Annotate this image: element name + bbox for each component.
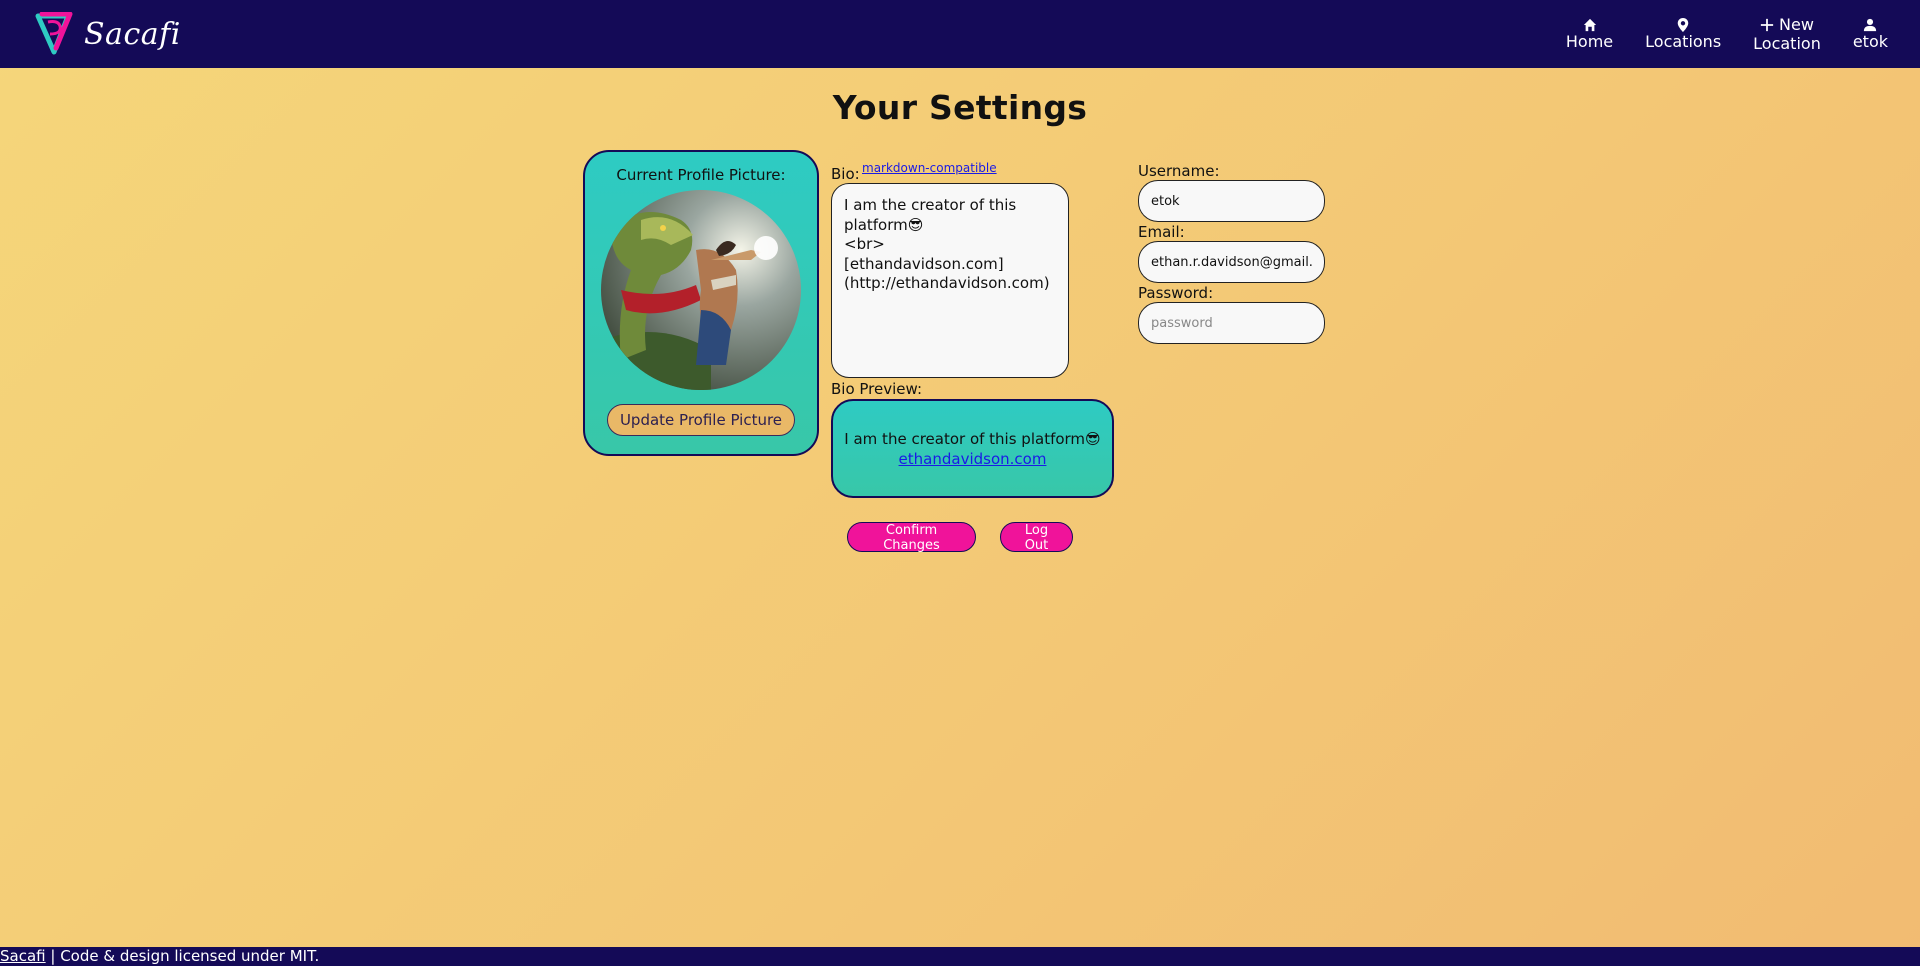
- footer-separator: |: [45, 947, 61, 965]
- map-pin-icon: [1677, 17, 1689, 32]
- top-navbar: Sacafi Home Locations New Location etok: [0, 0, 1920, 68]
- brand-logo-link[interactable]: Sacafi: [34, 12, 181, 56]
- password-label: Password:: [1138, 284, 1214, 302]
- confirm-changes-button[interactable]: Confirm Changes: [847, 522, 976, 553]
- log-out-button[interactable]: Log Out: [1000, 522, 1073, 553]
- nav-home-label: Home: [1565, 31, 1614, 51]
- profile-picture-label: Current Profile Picture:: [616, 166, 786, 184]
- bio-preview-text: I am the creator of this platform😎: [844, 429, 1101, 448]
- bio-preview-link[interactable]: ethandavidson.com: [899, 449, 1047, 469]
- plus-icon: [1760, 18, 1774, 31]
- nav-user-label: etok: [1852, 31, 1888, 51]
- brand-name: Sacafi: [84, 16, 181, 52]
- bio-label: Bio:: [831, 165, 860, 183]
- avatar: [601, 190, 801, 390]
- footer-license-text: Code & design licensed under MIT.: [60, 947, 320, 965]
- home-icon: [1583, 18, 1596, 31]
- nav-new-label: New: [1779, 15, 1814, 34]
- user-icon: [1864, 18, 1877, 31]
- bio-preview-label: Bio Preview:: [831, 380, 923, 398]
- nav-user[interactable]: etok: [1837, 18, 1904, 51]
- footer: Sacafi | Code & design licensed under MI…: [0, 947, 1920, 966]
- nav-locations-label: Locations: [1645, 31, 1722, 51]
- sacafi-logo-icon: [35, 12, 73, 55]
- password-input[interactable]: [1138, 302, 1325, 344]
- nav-locations[interactable]: Locations: [1629, 17, 1737, 51]
- username-label: Username:: [1138, 162, 1220, 180]
- email-label: Email:: [1138, 223, 1185, 241]
- nav-new-location[interactable]: New Location: [1737, 15, 1837, 53]
- page-title: Your Settings: [832, 88, 1088, 127]
- username-input[interactable]: [1138, 180, 1325, 222]
- update-profile-picture-button[interactable]: Update Profile Picture: [606, 404, 796, 436]
- email-input[interactable]: [1138, 241, 1325, 283]
- bio-textarea[interactable]: I am the creator of this platform😎 <br> …: [831, 183, 1069, 378]
- main-nav: Home Locations New Location etok: [1550, 0, 1904, 68]
- nav-location-label: Location: [1753, 34, 1821, 53]
- bio-preview: I am the creator of this platform😎 ethan…: [831, 399, 1114, 498]
- nav-home[interactable]: Home: [1550, 18, 1629, 51]
- footer-sacafi-link[interactable]: Sacafi: [0, 947, 46, 965]
- markdown-compatible-link[interactable]: markdown-compatible: [862, 161, 997, 175]
- profile-picture-card: Current Profile Picture: Update Profile …: [583, 150, 819, 456]
- avatar-image: [601, 190, 801, 390]
